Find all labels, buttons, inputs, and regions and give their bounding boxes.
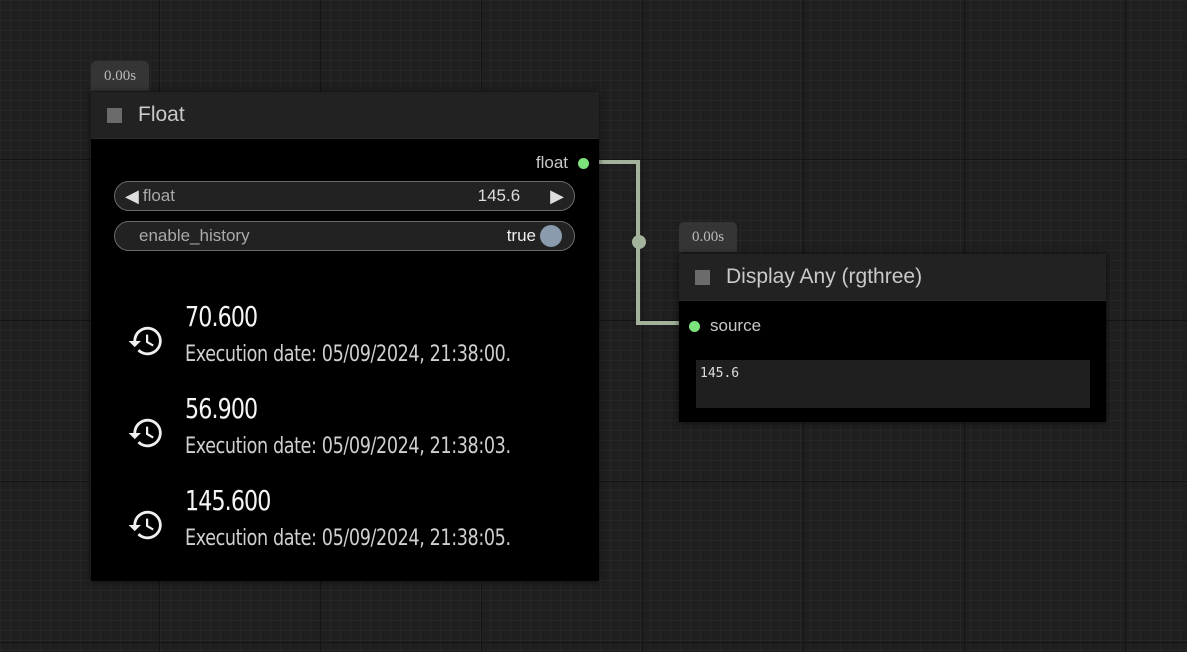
float-number-widget[interactable]: ◀ float 145.6 ▶ — [114, 181, 575, 211]
history-icon — [128, 510, 162, 540]
display-node-header[interactable]: Display Any (rgthree) — [679, 254, 1106, 301]
input-dot-icon[interactable] — [689, 320, 700, 332]
enable-history-toggle[interactable]: enable_history true — [114, 221, 575, 251]
history-icon — [128, 326, 162, 356]
output-dot-icon[interactable] — [578, 157, 589, 169]
history-value: 145.600 — [185, 484, 271, 517]
float-widget-value[interactable]: 145.6 — [478, 186, 521, 206]
link-midpoint — [632, 235, 646, 249]
enable-history-label: enable_history — [139, 226, 250, 245]
history-value: 70.600 — [185, 300, 258, 333]
display-any-node[interactable]: Display Any (rgthree) source 145.6 — [679, 254, 1106, 422]
history-icon — [128, 418, 162, 448]
display-output-text[interactable]: 145.6 — [696, 360, 1090, 408]
float-node-title: Float — [138, 103, 185, 126]
arrow-right-icon[interactable]: ▶ — [550, 186, 564, 207]
toggle-knob-icon[interactable] — [540, 225, 562, 247]
arrow-left-icon[interactable]: ◀ — [125, 186, 139, 207]
float-widget-label: float — [142, 186, 175, 205]
history-date: Execution date: 05/09/2024, 21:38:05. — [185, 526, 511, 551]
enable-history-value: true — [506, 226, 536, 245]
source-input-label: source — [710, 316, 762, 335]
source-input-slot[interactable]: source — [689, 316, 761, 336]
history-date: Execution date: 05/09/2024, 21:38:03. — [185, 434, 511, 459]
float-node[interactable]: Float float ◀ float 145.6 ▶ enable_histo… — [91, 92, 599, 581]
float-node-timing-badge: 0.00s — [91, 61, 150, 91]
display-node-timing-badge: 0.00s — [679, 222, 738, 252]
float-output-slot[interactable]: float — [536, 153, 589, 173]
history-date: Execution date: 05/09/2024, 21:38:00. — [185, 342, 511, 367]
float-output-label: float — [535, 153, 568, 172]
square-icon[interactable] — [107, 107, 122, 123]
display-node-title: Display Any (rgthree) — [726, 265, 923, 288]
square-icon[interactable] — [695, 269, 710, 285]
float-node-header[interactable]: Float — [91, 92, 599, 139]
history-value: 56.900 — [185, 392, 258, 425]
